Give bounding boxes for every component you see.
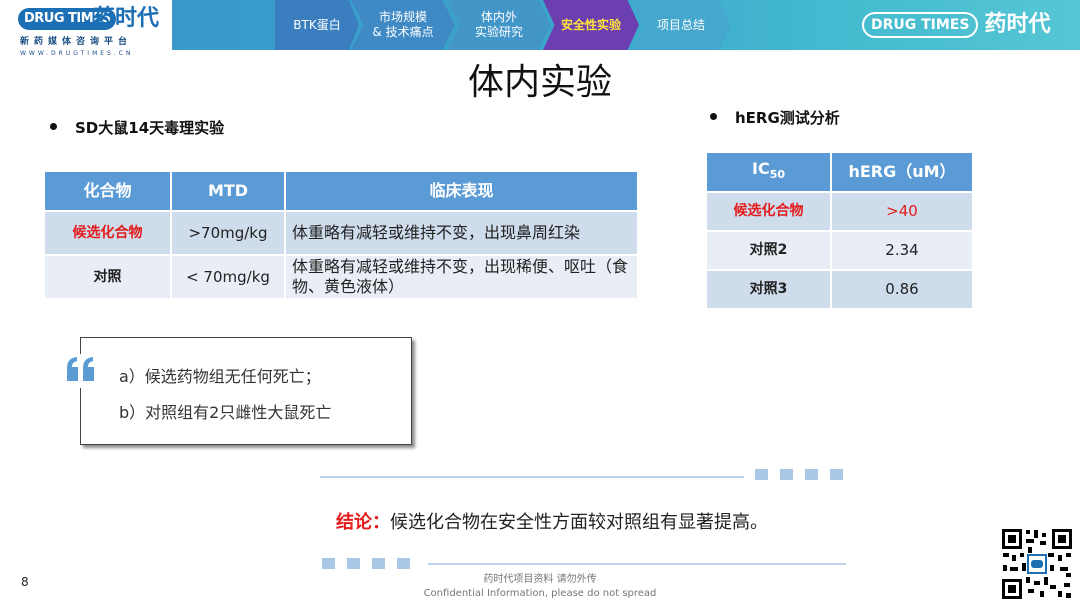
cell-value: 0.86	[830, 269, 974, 310]
table-header-row: 化合物 MTD 临床表现	[43, 170, 639, 212]
quote-icon	[63, 354, 101, 388]
cell-clinical: 体重略有减轻或维持不变，出现鼻周红染	[284, 210, 639, 256]
table-row: 对照 < 70mg/kg 体重略有减轻或维持不变，出现稀便、呕吐（食物、黄色液体…	[43, 254, 639, 300]
section-nav: BTK蛋白 市场规模 & 技术痛点 体内外 实验研究 安全性实验 项目总结	[275, 0, 731, 50]
conclusion: 结论：候选化合物在安全性方面较对照组有显著提高。	[336, 511, 768, 535]
footer-notice-cn: 药时代项目资料 请勿外传	[483, 574, 597, 585]
table-header-row: IC50 hERG（uM）	[705, 151, 974, 193]
conclusion-label: 结论：	[336, 512, 390, 533]
ic-label: IC	[751, 158, 770, 178]
cell-mtd: < 70mg/kg	[170, 254, 286, 300]
table-row: 候选化合物 >70mg/kg 体重略有减轻或维持不变，出现鼻周红染	[43, 210, 639, 256]
finding-item: a）候选药物组无任何死亡；	[119, 367, 321, 386]
cell-compound: 候选化合物	[43, 210, 172, 256]
finding-item: b）对照组有2只雌性大鼠死亡	[119, 403, 332, 422]
cell-value: >40	[830, 191, 974, 232]
brand-logo-left: DRUG TIMES 药时代 新药媒体咨询平台 WWW.DRUGTIMES.CN	[0, 0, 172, 60]
nav-item-experiments[interactable]: 体内外 实验研究	[447, 0, 551, 50]
table-row: 候选化合物 >40	[705, 191, 974, 232]
brand-url: WWW.DRUGTIMES.CN	[20, 50, 134, 57]
table-row: 对照2 2.34	[705, 230, 974, 271]
nav-item-summary[interactable]: 项目总结	[631, 0, 731, 50]
ic-subscript: 50	[769, 168, 785, 182]
column-header-ic50: IC50	[705, 151, 832, 193]
decor-squares-top	[755, 469, 843, 480]
brand-tagline: 新药媒体咨询平台	[20, 37, 133, 47]
cell-compound: 对照	[43, 254, 172, 300]
divider-top	[320, 476, 744, 478]
footer-notice-en: Confidential Information, please do not …	[423, 588, 657, 599]
nav-item-market[interactable]: 市场规模 & 技术痛点	[351, 0, 455, 50]
toxicity-table: 化合物 MTD 临床表现 候选化合物 >70mg/kg 体重略有减轻或维持不变，…	[43, 170, 639, 300]
cell-value: 2.34	[830, 230, 974, 271]
cell-compound: 对照2	[705, 230, 832, 271]
column-header-mtd: MTD	[170, 170, 286, 212]
nav-item-btk[interactable]: BTK蛋白	[275, 0, 359, 50]
table-row: 对照3 0.86	[705, 269, 974, 310]
column-header-herg: hERG（uM）	[830, 151, 974, 193]
cell-clinical: 体重略有减轻或维持不变，出现稀便、呕吐（食物、黄色液体）	[284, 254, 639, 300]
herg-table: IC50 hERG（uM） 候选化合物 >40 对照2 2.34 对照3 0.8…	[705, 151, 974, 310]
brand-logo-right-cn: 药时代	[984, 12, 1051, 37]
herg-heading: hERG测试分析	[710, 108, 840, 128]
page-title: 体内实验	[467, 62, 612, 103]
cell-compound: 对照3	[705, 269, 832, 310]
cell-compound: 候选化合物	[705, 191, 832, 232]
footer: 药时代项目资料 请勿外传 Confidential Information, p…	[0, 573, 1080, 601]
qr-code-icon	[1000, 527, 1074, 601]
cell-mtd: >70mg/kg	[170, 210, 286, 256]
brand-logo-right: DRUG TIMES 药时代	[862, 12, 1051, 38]
conclusion-text: 候选化合物在安全性方面较对照组有显著提高。	[390, 512, 768, 533]
findings-box: a）候选药物组无任何死亡； b）对照组有2只雌性大鼠死亡	[63, 337, 412, 445]
nav-item-safety[interactable]: 安全性实验	[543, 0, 639, 50]
column-header-compound: 化合物	[43, 170, 172, 212]
decor-squares-bottom	[322, 558, 410, 569]
toxicity-heading: SD大鼠14天毒理实验	[50, 118, 224, 138]
column-header-clinical: 临床表现	[284, 170, 639, 212]
divider-bottom	[428, 563, 846, 565]
brand-logo-cn: 药时代	[93, 6, 160, 31]
brand-logo-right-en: DRUG TIMES	[862, 12, 979, 38]
